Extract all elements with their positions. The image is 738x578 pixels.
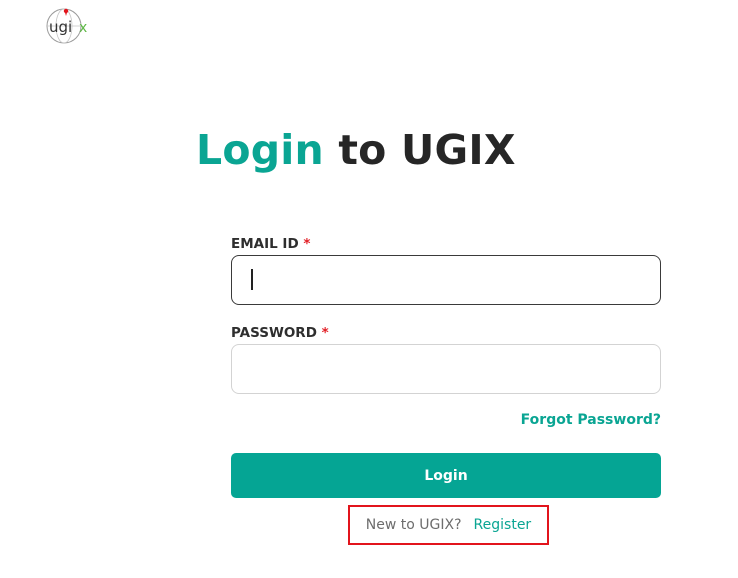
page-title: Login to UGIX: [196, 122, 516, 178]
email-input[interactable]: [231, 255, 661, 305]
page-title-rest: to UGIX: [338, 126, 516, 174]
password-label-text: PASSWORD: [231, 325, 317, 341]
required-asterisk: *: [303, 236, 311, 252]
svg-text:ugi: ugi: [49, 18, 72, 36]
ugix-logo[interactable]: ugi x: [44, 5, 92, 45]
register-prompt: New to UGIX? Register: [348, 505, 549, 545]
text-cursor: [251, 269, 253, 290]
email-label-text: EMAIL ID: [231, 236, 299, 252]
svg-text:x: x: [79, 20, 87, 36]
password-input[interactable]: [231, 344, 661, 394]
page-title-accent: Login: [196, 126, 324, 174]
globe-pin-icon: ugi x: [46, 8, 87, 44]
password-label: PASSWORD *: [231, 324, 329, 342]
register-prompt-text: New to UGIX?: [365, 517, 462, 533]
required-asterisk: *: [321, 325, 329, 341]
register-link[interactable]: Register: [474, 517, 532, 533]
email-label: EMAIL ID *: [231, 235, 310, 253]
forgot-password-link[interactable]: Forgot Password?: [521, 412, 661, 428]
login-button[interactable]: Login: [231, 453, 661, 498]
